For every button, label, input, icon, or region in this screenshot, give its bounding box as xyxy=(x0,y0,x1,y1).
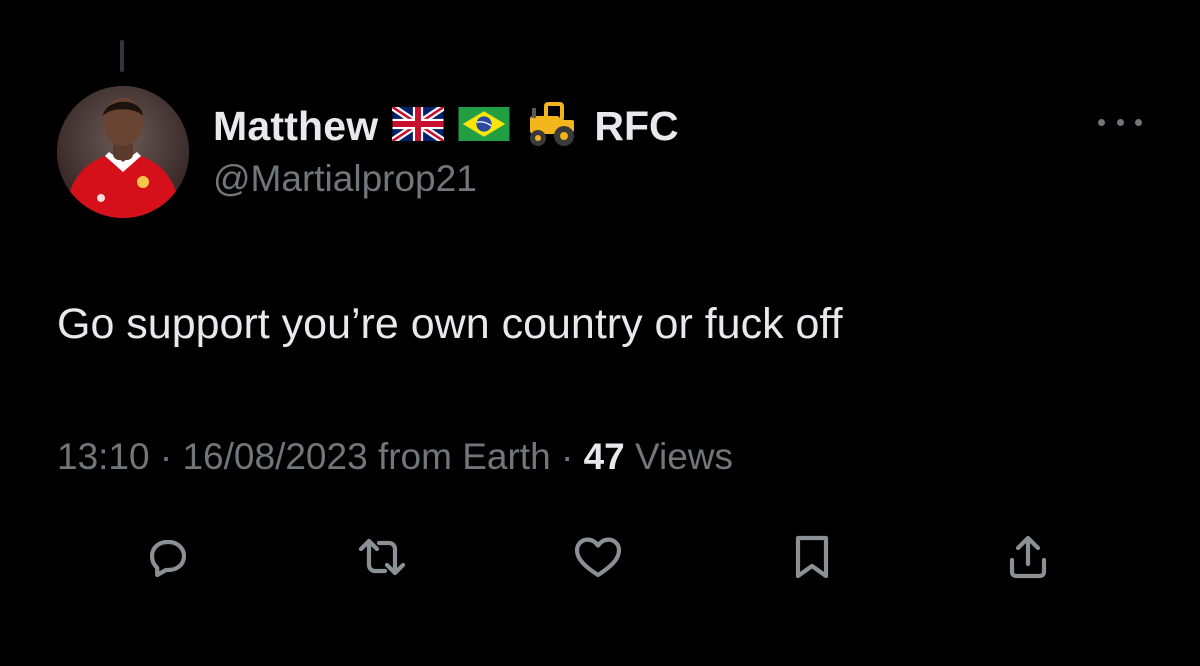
display-name-suffix: RFC xyxy=(594,102,679,149)
meta-separator: · xyxy=(159,436,173,477)
retweet-button[interactable] xyxy=(352,527,412,587)
reply-icon xyxy=(149,539,187,578)
views-label: Views xyxy=(635,436,734,477)
tweet-text: Go support you’re own country or fuck of… xyxy=(57,300,843,348)
user-handle[interactable]: @Martialprop21 xyxy=(213,158,1000,200)
like-button[interactable] xyxy=(568,527,628,587)
tweet-time[interactable]: 13:10 xyxy=(57,436,150,477)
tweet-source: from Earth xyxy=(377,436,551,477)
thread-connector-line xyxy=(120,40,124,72)
share-icon xyxy=(1009,535,1047,579)
more-options-icon[interactable] xyxy=(1098,112,1142,132)
views-count[interactable]: 47 xyxy=(584,436,625,477)
display-name[interactable]: Matthew xyxy=(213,103,378,150)
reply-button[interactable] xyxy=(138,527,198,587)
meta-separator: · xyxy=(560,436,574,477)
share-button[interactable] xyxy=(998,527,1058,587)
like-icon xyxy=(574,537,622,578)
tweet-date[interactable]: 16/08/2023 xyxy=(182,436,367,477)
name-row: Matthew RFC xyxy=(213,98,1000,154)
dot xyxy=(1116,118,1124,126)
brazil-flag-icon xyxy=(458,106,510,146)
avatar[interactable] xyxy=(57,86,189,218)
dot xyxy=(1135,118,1142,126)
action-bar xyxy=(0,527,1200,587)
dot xyxy=(1098,118,1105,126)
bookmark-button[interactable] xyxy=(782,527,842,587)
tweet-meta: 13:10 · 16/08/2023 from Earth · 47 Views xyxy=(57,436,733,478)
tractor-icon xyxy=(524,100,580,153)
bookmark-icon xyxy=(795,535,829,579)
tweet-header: Matthew RFC @Martialprop21 xyxy=(213,98,1000,200)
uk-flag-icon xyxy=(391,103,446,146)
retweet-icon xyxy=(358,538,406,576)
